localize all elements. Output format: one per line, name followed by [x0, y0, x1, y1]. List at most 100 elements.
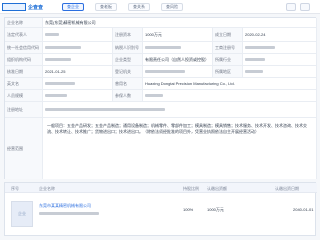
staff-value	[43, 90, 113, 101]
list-header-index: 序号	[11, 186, 19, 191]
tab-boss-label: 查老板	[100, 4, 112, 9]
business-scope-text: 一般项目：五金产品研发；五金产品制造；通用设备制造；机械零件、零部件加工；模具制…	[47, 123, 307, 134]
legal-rep-label: 法定代表人	[5, 28, 43, 41]
investment-list: 序号 企业名称 持股比例 认缴出资额 认缴出资日期 企业 东莞市某某精密机械有限…	[4, 182, 317, 236]
area-redacted	[245, 70, 263, 73]
org-code-label: 组织机构代码	[5, 54, 43, 65]
business-scope-value: 一般项目：五金产品研发；五金产品制造；通用设备制造；机械零件、零部件加工；模具制…	[43, 118, 317, 179]
english-name-value	[43, 78, 113, 89]
former-name-label-text: 曾用名	[115, 80, 127, 86]
row-staff: 人员规模 参保人数	[5, 90, 317, 102]
company-name-label: 企业名称	[5, 18, 43, 27]
org-code-value	[43, 54, 113, 65]
company-name-text: 东莞(东莞)精密机械有限公司	[45, 19, 96, 25]
insured-label: 参保人数	[113, 90, 143, 101]
user-icon[interactable]	[300, 3, 310, 11]
english-name-label: 英文名	[5, 78, 43, 89]
business-scope-label-text: 经营范围	[7, 145, 23, 151]
top-bar: 企查查 查企业 查老板 查关系 查风险	[0, 0, 320, 14]
industry-label: 所属行业	[213, 54, 243, 65]
tab-company[interactable]: 查企业	[62, 3, 84, 11]
former-name-label: 曾用名	[113, 78, 143, 89]
industry-value	[243, 54, 317, 65]
list-item-ratio: 100%	[183, 207, 194, 212]
list-header-amount: 认缴出资额	[207, 186, 227, 191]
address-label: 注册地址	[5, 102, 43, 117]
tab-risk[interactable]: 查风险	[161, 3, 183, 11]
tab-relation-label: 查关系	[133, 4, 145, 9]
approve-date-value: 2021-01-25	[43, 66, 113, 77]
area-label-text: 所属地区	[215, 68, 231, 74]
company-name-value[interactable]: 东莞(东莞)精密机械有限公司	[43, 18, 317, 27]
row-codes: 统一社会信用代码 纳税人识别号 工商注册号	[5, 42, 317, 54]
legal-rep-value[interactable]	[43, 28, 113, 41]
authority-label-text: 登记机关	[115, 68, 131, 74]
tab-company-label: 查企业	[67, 4, 79, 9]
address-redacted	[45, 108, 165, 111]
row-english-name: 英文名 曾用名 Huaxing Dongtai Precision Manufa…	[5, 78, 317, 90]
list-header-ratio: 持股比例	[183, 186, 199, 191]
english-name-redacted	[45, 82, 75, 85]
row-business-scope: 经营范围 一般项目：五金产品研发；五金产品制造；通用设备制造；机械零件、零部件加…	[5, 118, 317, 179]
taxpayer-label: 纳税人识别号	[113, 42, 143, 53]
tab-boss[interactable]: 查老板	[95, 3, 117, 11]
taxpayer-label-text: 纳税人识别号	[115, 44, 139, 50]
company-type-value: 有限责任公司（自然人投资或控股）	[143, 54, 213, 65]
registered-capital-label-text: 注册资本	[115, 31, 131, 37]
logo-mark-icon	[2, 3, 26, 11]
registration-no-redacted	[245, 46, 275, 49]
org-code-redacted	[45, 58, 71, 61]
company-info-table: 企业名称 东莞(东莞)精密机械有限公司 法定代表人 注册资本 1000万元 成立…	[4, 17, 317, 179]
page-frame: 企查查 查企业 查老板 查关系 查风险 企业名称 东莞(东莞)精密机械有限公司 …	[0, 0, 320, 240]
list-item[interactable]: 企业 东莞市某某精密机械有限公司 100% 1000万元 2040-01-01	[5, 195, 317, 235]
list-header-company: 企业名称	[39, 186, 55, 191]
approve-date-label-text: 核准日期	[7, 68, 23, 74]
staff-label: 人员规模	[5, 90, 43, 101]
area-label: 所属地区	[213, 66, 243, 77]
list-item-amount: 1000万元	[207, 207, 224, 212]
brand-name: 企查查	[28, 4, 44, 11]
company-type-label-text: 企业类型	[115, 56, 131, 62]
registration-no-label-text: 工商注册号	[215, 44, 235, 50]
search-icon[interactable]	[286, 3, 296, 11]
company-thumb-icon: 企业	[11, 201, 33, 227]
taxpayer-value	[143, 42, 213, 53]
business-scope-label: 经营范围	[5, 118, 43, 179]
row-authority: 核准日期 2021-01-25 登记机关 所属地区	[5, 66, 317, 78]
registration-no-label: 工商注册号	[213, 42, 243, 53]
insured-label-text: 参保人数	[115, 92, 131, 98]
row-type: 组织机构代码 企业类型 有限责任公司（自然人投资或控股） 所属行业	[5, 54, 317, 66]
staff-label-text: 人员规模	[7, 92, 23, 98]
address-label-text: 注册地址	[7, 106, 23, 112]
insured-redacted	[145, 94, 163, 97]
company-thumb-label: 企业	[18, 211, 26, 216]
company-type-value-text: 有限责任公司（自然人投资或控股）	[145, 56, 209, 62]
list-header: 序号 企业名称 持股比例 认缴出资额 认缴出资日期	[5, 183, 317, 193]
established-value: 2020-02-24	[243, 28, 317, 41]
authority-value	[143, 66, 213, 77]
english-name-text: Huaxing Dongtai Precision Manufacturing …	[145, 81, 235, 86]
brand-logo[interactable]: 企查查	[2, 2, 62, 12]
subtitle-redacted	[39, 212, 99, 215]
row-address: 注册地址	[5, 102, 317, 118]
industry-redacted	[245, 58, 265, 61]
established-value-text: 2020-02-24	[245, 32, 266, 37]
former-name-value: Huaxing Dongtai Precision Manufacturing …	[143, 78, 317, 89]
industry-label-text: 所属行业	[215, 56, 231, 62]
list-item-date: 2040-01-01	[293, 207, 314, 212]
company-type-label: 企业类型	[113, 54, 143, 65]
list-header-date: 认缴出资日期	[275, 186, 299, 191]
list-item-title[interactable]: 东莞市某某精密机械有限公司	[39, 203, 91, 209]
established-label: 成立日期	[213, 28, 243, 41]
uscc-label: 统一社会信用代码	[5, 42, 43, 53]
tab-risk-label: 查风险	[166, 4, 178, 9]
area-value	[243, 66, 317, 77]
registered-capital-value-text: 1000万元	[145, 31, 162, 37]
established-label-text: 成立日期	[215, 31, 231, 37]
approve-date-label: 核准日期	[5, 66, 43, 77]
uscc-label-text: 统一社会信用代码	[7, 44, 39, 50]
address-value[interactable]	[43, 102, 317, 117]
tab-relation[interactable]: 查关系	[128, 3, 150, 11]
approve-date-value-text: 2021-01-25	[45, 69, 66, 74]
uscc-redacted	[45, 46, 81, 49]
